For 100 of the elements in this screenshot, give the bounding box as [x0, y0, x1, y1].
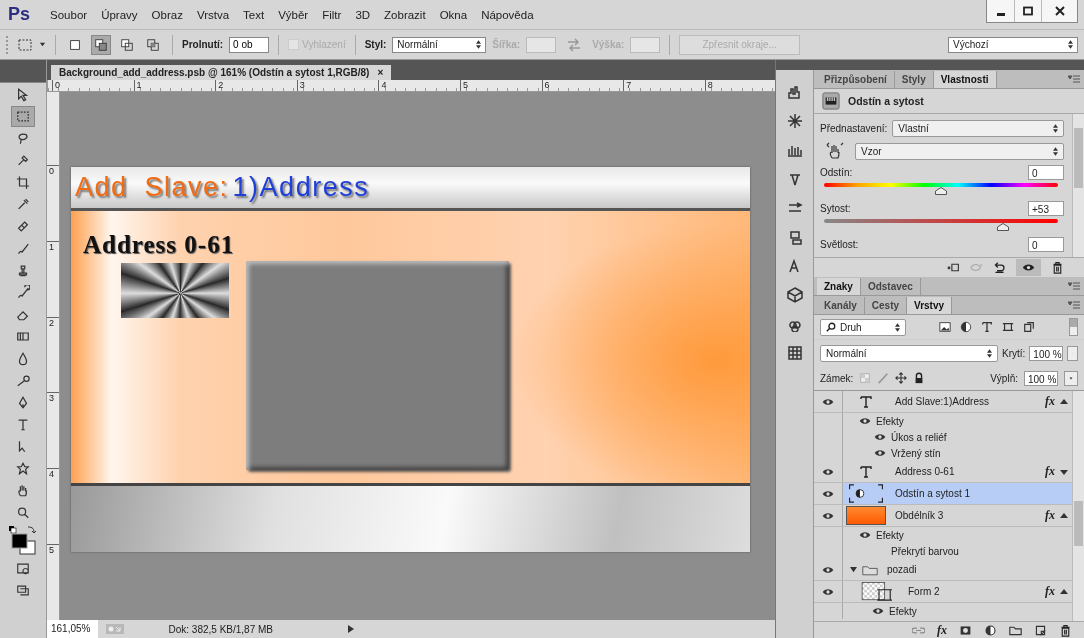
- effects-label: fx: [1045, 394, 1055, 409]
- marquee-icon[interactable]: [17, 36, 33, 53]
- panel-tab[interactable]: Vrstvy: [907, 297, 953, 314]
- menu-item[interactable]: Zobrazit: [384, 8, 426, 21]
- caret-icon[interactable]: [1060, 467, 1068, 476]
- panel-tab[interactable]: Odstavec: [860, 278, 921, 295]
- menu-item[interactable]: Okna: [439, 8, 468, 21]
- fill-label: Výplň:: [990, 372, 1018, 384]
- caret-icon[interactable]: [39, 41, 46, 48]
- effects-label: fx: [1045, 464, 1055, 479]
- histogram-icon[interactable]: [786, 84, 803, 100]
- panel-menu-icon[interactable]: [1068, 301, 1080, 309]
- channel-select[interactable]: Vzor: [855, 142, 1064, 160]
- menu-item[interactable]: Soubor: [50, 8, 88, 21]
- layer-row[interactable]: Obdélník 3 fx: [814, 505, 1072, 527]
- stamp-icon: [16, 262, 30, 278]
- blend-mode-select[interactable]: Normální: [820, 344, 998, 362]
- scrollbar[interactable]: [1072, 391, 1084, 621]
- style-select[interactable]: Normální: [392, 36, 487, 53]
- image-filter-icon[interactable]: [939, 321, 951, 333]
- adjustment-filter-icon[interactable]: [960, 321, 972, 333]
- trash-icon[interactable]: [1059, 623, 1072, 637]
- ruler-number: 4: [47, 468, 59, 545]
- move-icon: [16, 86, 30, 102]
- add-style-button[interactable]: fx: [937, 622, 947, 638]
- feather-field[interactable]: 0 ob: [229, 36, 270, 53]
- preset-select[interactable]: Vlastní: [892, 120, 1064, 137]
- opacity-field[interactable]: 100 %: [1029, 345, 1064, 361]
- menu-item[interactable]: Nápověda: [481, 8, 534, 21]
- saturation-slider[interactable]: [824, 219, 1058, 232]
- ruler-number: 0: [52, 80, 134, 91]
- menu-item[interactable]: 3D: [355, 8, 371, 21]
- shape-filter-icon[interactable]: [1002, 321, 1014, 333]
- move-arrows-icon[interactable]: [895, 372, 908, 384]
- cube-icon[interactable]: [786, 287, 803, 303]
- smart-object-filter-icon[interactable]: [1023, 321, 1035, 333]
- panel-tab[interactable]: Styly: [894, 71, 934, 88]
- panel-tab[interactable]: Znaky: [817, 278, 861, 295]
- color-swatch-drawing[interactable]: [8, 525, 38, 555]
- layer-row[interactable]: Add Slave:1)Address fx: [814, 391, 1072, 413]
- panel-tab[interactable]: Vlastnosti: [933, 71, 997, 88]
- eye-icon[interactable]: [822, 565, 834, 574]
- eye-icon[interactable]: [822, 489, 834, 498]
- tab-close-button[interactable]: ×: [377, 67, 384, 78]
- layer-row[interactable]: pozadi: [814, 559, 1072, 581]
- adjustment-label: Odstín:: [820, 167, 853, 178]
- fill-field[interactable]: 100 %: [1024, 370, 1058, 386]
- filter-select[interactable]: Druh: [820, 318, 906, 336]
- document-tab[interactable]: Background_add_address.psb @ 161% (Odstín a sytost 1,RGB/8) ×: [51, 65, 392, 80]
- trash-icon[interactable]: [1051, 261, 1064, 274]
- panel-menu-icon[interactable]: [1068, 75, 1080, 83]
- eye-icon[interactable]: [822, 587, 834, 596]
- menu-item[interactable]: Filtr: [322, 8, 342, 21]
- adjustment-icon[interactable]: [984, 623, 997, 637]
- new-layer-icon[interactable]: [1034, 623, 1047, 637]
- marquee-tool[interactable]: [11, 105, 35, 127]
- reset-icon[interactable]: [993, 261, 1006, 274]
- panel-tab[interactable]: Přizpůsobení: [817, 71, 895, 88]
- menu-item[interactable]: Text: [243, 8, 265, 21]
- panel-tab[interactable]: Kanály: [817, 297, 865, 314]
- zoom-field[interactable]: 161,05%: [47, 620, 99, 638]
- scrollbar[interactable]: [1072, 114, 1084, 257]
- grid-icon[interactable]: [786, 345, 803, 361]
- eye-icon[interactable]: [874, 449, 886, 457]
- hue-slider[interactable]: [824, 183, 1058, 196]
- search-icon: [826, 322, 836, 332]
- eye-icon[interactable]: [859, 417, 871, 425]
- eye-icon[interactable]: [822, 511, 834, 520]
- caret-icon[interactable]: [1060, 397, 1068, 406]
- clip-to-layer-icon[interactable]: [947, 261, 960, 274]
- menu-item[interactable]: Výběr: [278, 8, 309, 21]
- caret-icon[interactable]: [1060, 587, 1068, 596]
- style-label: Styl:: [364, 39, 387, 50]
- width-field[interactable]: [526, 36, 557, 53]
- mask-icon[interactable]: [959, 623, 972, 637]
- workspace-select[interactable]: Výchozí: [948, 36, 1078, 53]
- adjustment-value-field[interactable]: 0: [1028, 237, 1064, 252]
- eye-icon[interactable]: [872, 607, 884, 615]
- eye-icon[interactable]: [822, 397, 834, 406]
- menu-item[interactable]: Obraz: [151, 8, 183, 21]
- eye-icon[interactable]: [1022, 261, 1035, 274]
- menu-item[interactable]: Úpravy: [101, 8, 138, 21]
- height-field[interactable]: [630, 36, 661, 53]
- adjustment-value-field[interactable]: +53: [1028, 201, 1064, 216]
- menu-item[interactable]: Vrstva: [196, 8, 230, 21]
- grip-handle[interactable]: [6, 35, 11, 54]
- hand-adjust-icon[interactable]: [826, 142, 844, 160]
- eye-icon[interactable]: [859, 531, 871, 539]
- caret-icon[interactable]: [1060, 511, 1068, 520]
- eye-icon[interactable]: [874, 433, 886, 441]
- expand-arrow-icon[interactable]: [348, 625, 355, 633]
- filter-toggle[interactable]: [1069, 318, 1078, 336]
- maximize-icon: [1023, 6, 1033, 16]
- caret-icon[interactable]: [850, 566, 857, 573]
- type-filter-icon[interactable]: [981, 321, 993, 333]
- adjustment-value-field[interactable]: 0: [1028, 165, 1064, 180]
- eye-icon[interactable]: [822, 467, 834, 476]
- panel-menu-icon[interactable]: [1068, 282, 1080, 290]
- selection-mode-button[interactable]: [91, 34, 111, 55]
- layer-row[interactable]: Form 2 fx: [814, 581, 1072, 603]
